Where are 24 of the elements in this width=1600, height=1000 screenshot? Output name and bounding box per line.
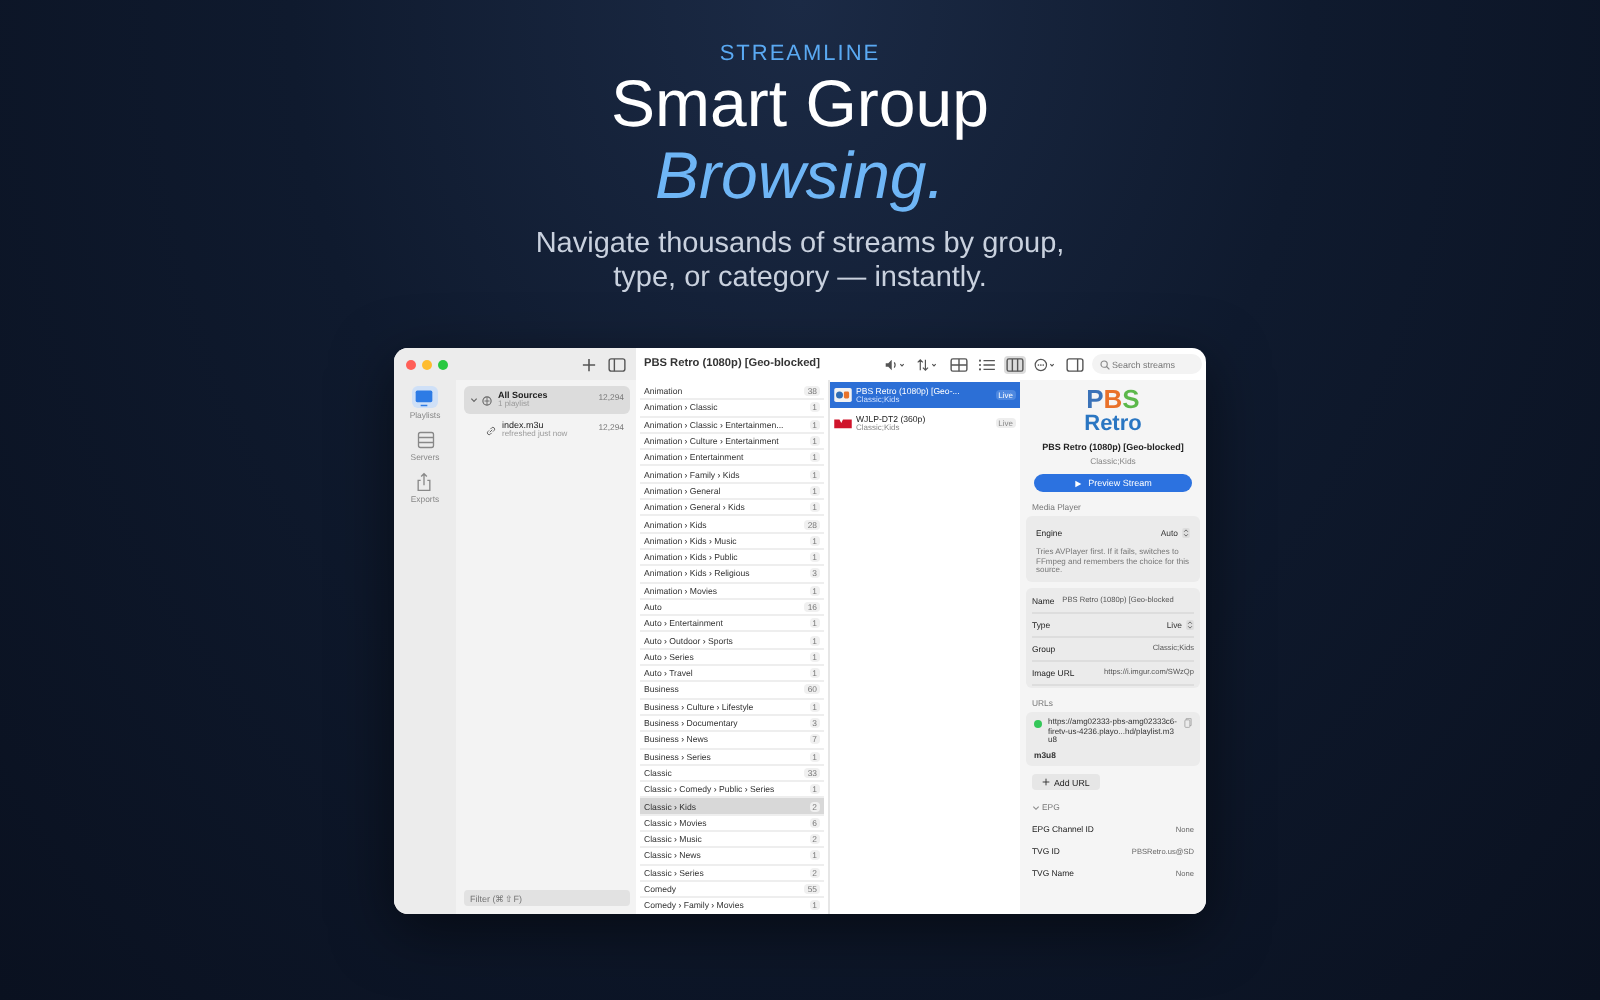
headline: Smart Group	[611, 68, 989, 140]
eyebrow-label: STREAMLINE	[719, 40, 881, 68]
disclosure-icon[interactable]	[470, 396, 478, 404]
headline-accent: Browsing.	[655, 140, 945, 212]
monitor-icon[interactable]	[414, 387, 435, 407]
column-view-icon[interactable]	[1004, 355, 1026, 373]
play-icon	[1074, 479, 1083, 487]
subtitle: Navigate thousands of streams by group, type, or category — instantly.	[533, 228, 1067, 296]
globe-icon	[482, 395, 492, 405]
add-icon[interactable]	[582, 357, 596, 371]
share-icon[interactable]	[414, 471, 435, 491]
logo-name: Retro	[1084, 412, 1142, 436]
logo-mark: PBS	[1086, 388, 1140, 412]
search-icon	[1100, 359, 1110, 369]
plus-icon	[1042, 778, 1050, 787]
channel-logo-icon	[834, 416, 852, 430]
channel-logo-icon	[834, 388, 852, 402]
grid-view-icon[interactable]	[948, 355, 970, 373]
server-icon[interactable]	[415, 429, 435, 449]
inspector-toggle-icon[interactable]	[1066, 357, 1084, 371]
link-icon	[486, 425, 496, 435]
close-button[interactable]	[406, 359, 416, 369]
zoom-button[interactable]	[438, 359, 448, 369]
sidebar-toggle-icon[interactable]	[608, 357, 626, 371]
